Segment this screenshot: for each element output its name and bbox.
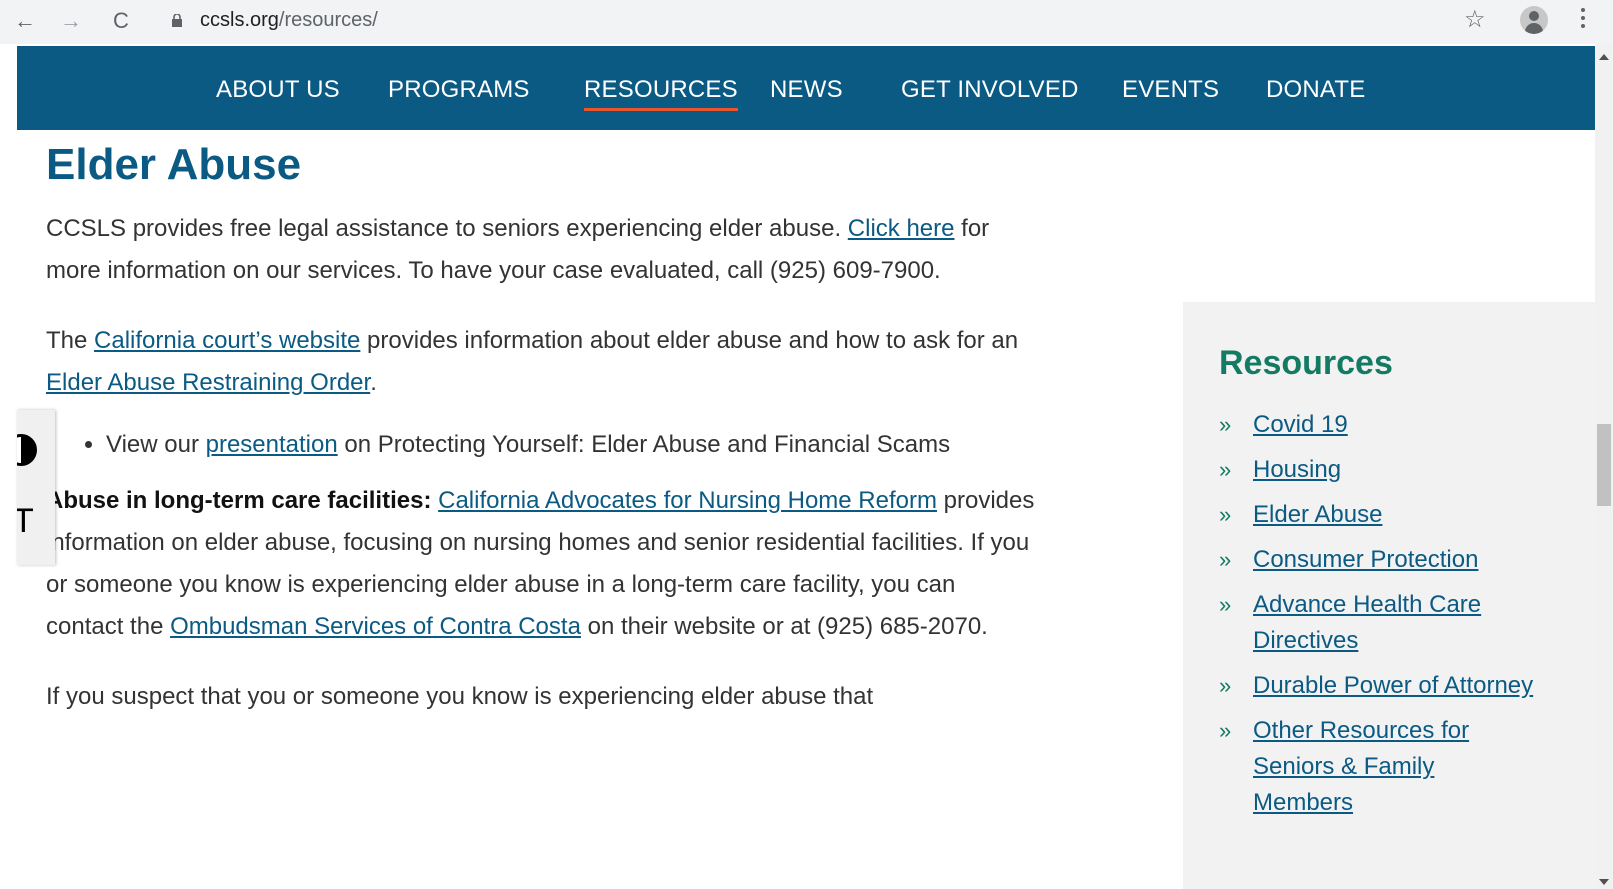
chevron-right-icon: » [1219, 718, 1232, 743]
reload-icon[interactable]: C [106, 6, 136, 36]
sidebar-item-other-resources: » Other Resources for Seniors & Family Me… [1219, 713, 1539, 821]
browser-toolbar: ← → C ccsls.org/resources/ ☆ [0, 0, 1613, 44]
chevron-right-icon: » [1219, 547, 1232, 572]
nav-news[interactable]: NEWS [770, 76, 843, 104]
accessibility-widget: T [17, 410, 55, 565]
scroll-up-icon[interactable] [1599, 54, 1609, 60]
chevron-right-icon: » [1219, 673, 1232, 698]
presentation-list: View our presentation on Protecting Your… [46, 424, 1036, 466]
list-item: View our presentation on Protecting Your… [106, 424, 1036, 466]
presentation-link[interactable]: presentation [206, 431, 338, 458]
restraining-order-link[interactable]: Elder Abuse Restraining Order [46, 369, 370, 396]
site-navbar: ABOUT US PROGRAMS RESOURCES NEWS GET INV… [17, 46, 1595, 130]
long-term-care-paragraph: Abuse in long-term care facilities: Cali… [46, 487, 1035, 640]
resources-sidebar: Resources » Covid 19 » Housing » Elder Abus… [1183, 302, 1595, 889]
nav-get-involved[interactable]: GET INVOLVED [901, 76, 1079, 104]
contrast-icon[interactable] [17, 434, 37, 466]
sidebar-title: Resources [1219, 344, 1393, 382]
sidebar-item-elder-abuse: » Elder Abuse [1219, 497, 1539, 533]
back-icon[interactable]: ← [10, 6, 40, 36]
nav-programs[interactable]: PROGRAMS [388, 76, 530, 104]
scroll-down-icon[interactable] [1599, 879, 1609, 885]
browser-menu-icon[interactable] [1580, 8, 1586, 32]
nav-events[interactable]: EVENTS [1122, 76, 1219, 104]
page-scrollbar[interactable] [1595, 44, 1613, 889]
bookmark-star-icon[interactable]: ☆ [1464, 5, 1486, 34]
chevron-right-icon: » [1219, 592, 1232, 617]
page-title: Elder Abuse [46, 140, 302, 189]
profile-avatar-icon[interactable] [1520, 6, 1548, 34]
scroll-thumb[interactable] [1597, 424, 1611, 506]
sidebar-link[interactable]: Covid 19 [1253, 411, 1348, 438]
sidebar-link[interactable]: Housing [1253, 456, 1341, 483]
ombudsman-link[interactable]: Ombudsman Services of Contra Costa [170, 613, 581, 640]
nav-about-us[interactable]: ABOUT US [216, 76, 340, 104]
intro-paragraph: CCSLS provides free legal assistance to … [46, 215, 990, 284]
nav-resources[interactable]: RESOURCES [584, 76, 738, 111]
long-term-care-heading: Abuse in long-term care facilities: [46, 487, 432, 514]
chevron-right-icon: » [1219, 457, 1232, 482]
sidebar-link[interactable]: Other Resources for Seniors & Family Mem… [1253, 717, 1469, 816]
sidebar-item-covid-19: » Covid 19 [1219, 407, 1539, 443]
sidebar-link[interactable]: Elder Abuse [1253, 501, 1382, 528]
text-size-icon[interactable]: T [17, 502, 34, 541]
sidebar-list: » Covid 19 » Housing » Elder Abuse » Consume… [1219, 407, 1539, 830]
nav-donate[interactable]: DONATE [1266, 76, 1365, 104]
sidebar-item-housing: » Housing [1219, 452, 1539, 488]
court-paragraph: The California court’s website provides … [46, 327, 1019, 396]
sidebar-item-advance-directives: » Advance Health Care Directives [1219, 587, 1539, 659]
sidebar-item-power-of-attorney: » Durable Power of Attorney [1219, 668, 1539, 704]
click-here-link[interactable]: Click here [848, 215, 955, 242]
sidebar-link[interactable]: Advance Health Care Directives [1253, 591, 1481, 654]
california-court-link[interactable]: California court’s website [94, 327, 360, 354]
sidebar-link[interactable]: Durable Power of Attorney [1253, 672, 1533, 699]
url-text[interactable]: ccsls.org/resources/ [200, 9, 378, 32]
sidebar-item-consumer-protection: » Consumer Protection [1219, 542, 1539, 578]
lock-icon [172, 14, 182, 27]
url-domain: ccsls.org [200, 9, 279, 31]
main-content: Elder Abuse CCSLS provides free legal as… [46, 140, 1036, 746]
chevron-right-icon: » [1219, 412, 1232, 437]
nursing-home-reform-link[interactable]: California Advocates for Nursing Home Re… [438, 487, 937, 514]
url-path: /resources/ [278, 9, 378, 31]
forward-icon[interactable]: → [56, 6, 86, 36]
sidebar-link[interactable]: Consumer Protection [1253, 546, 1478, 573]
suspect-paragraph: If you suspect that you or someone you k… [46, 683, 874, 710]
chevron-right-icon: » [1219, 502, 1232, 527]
